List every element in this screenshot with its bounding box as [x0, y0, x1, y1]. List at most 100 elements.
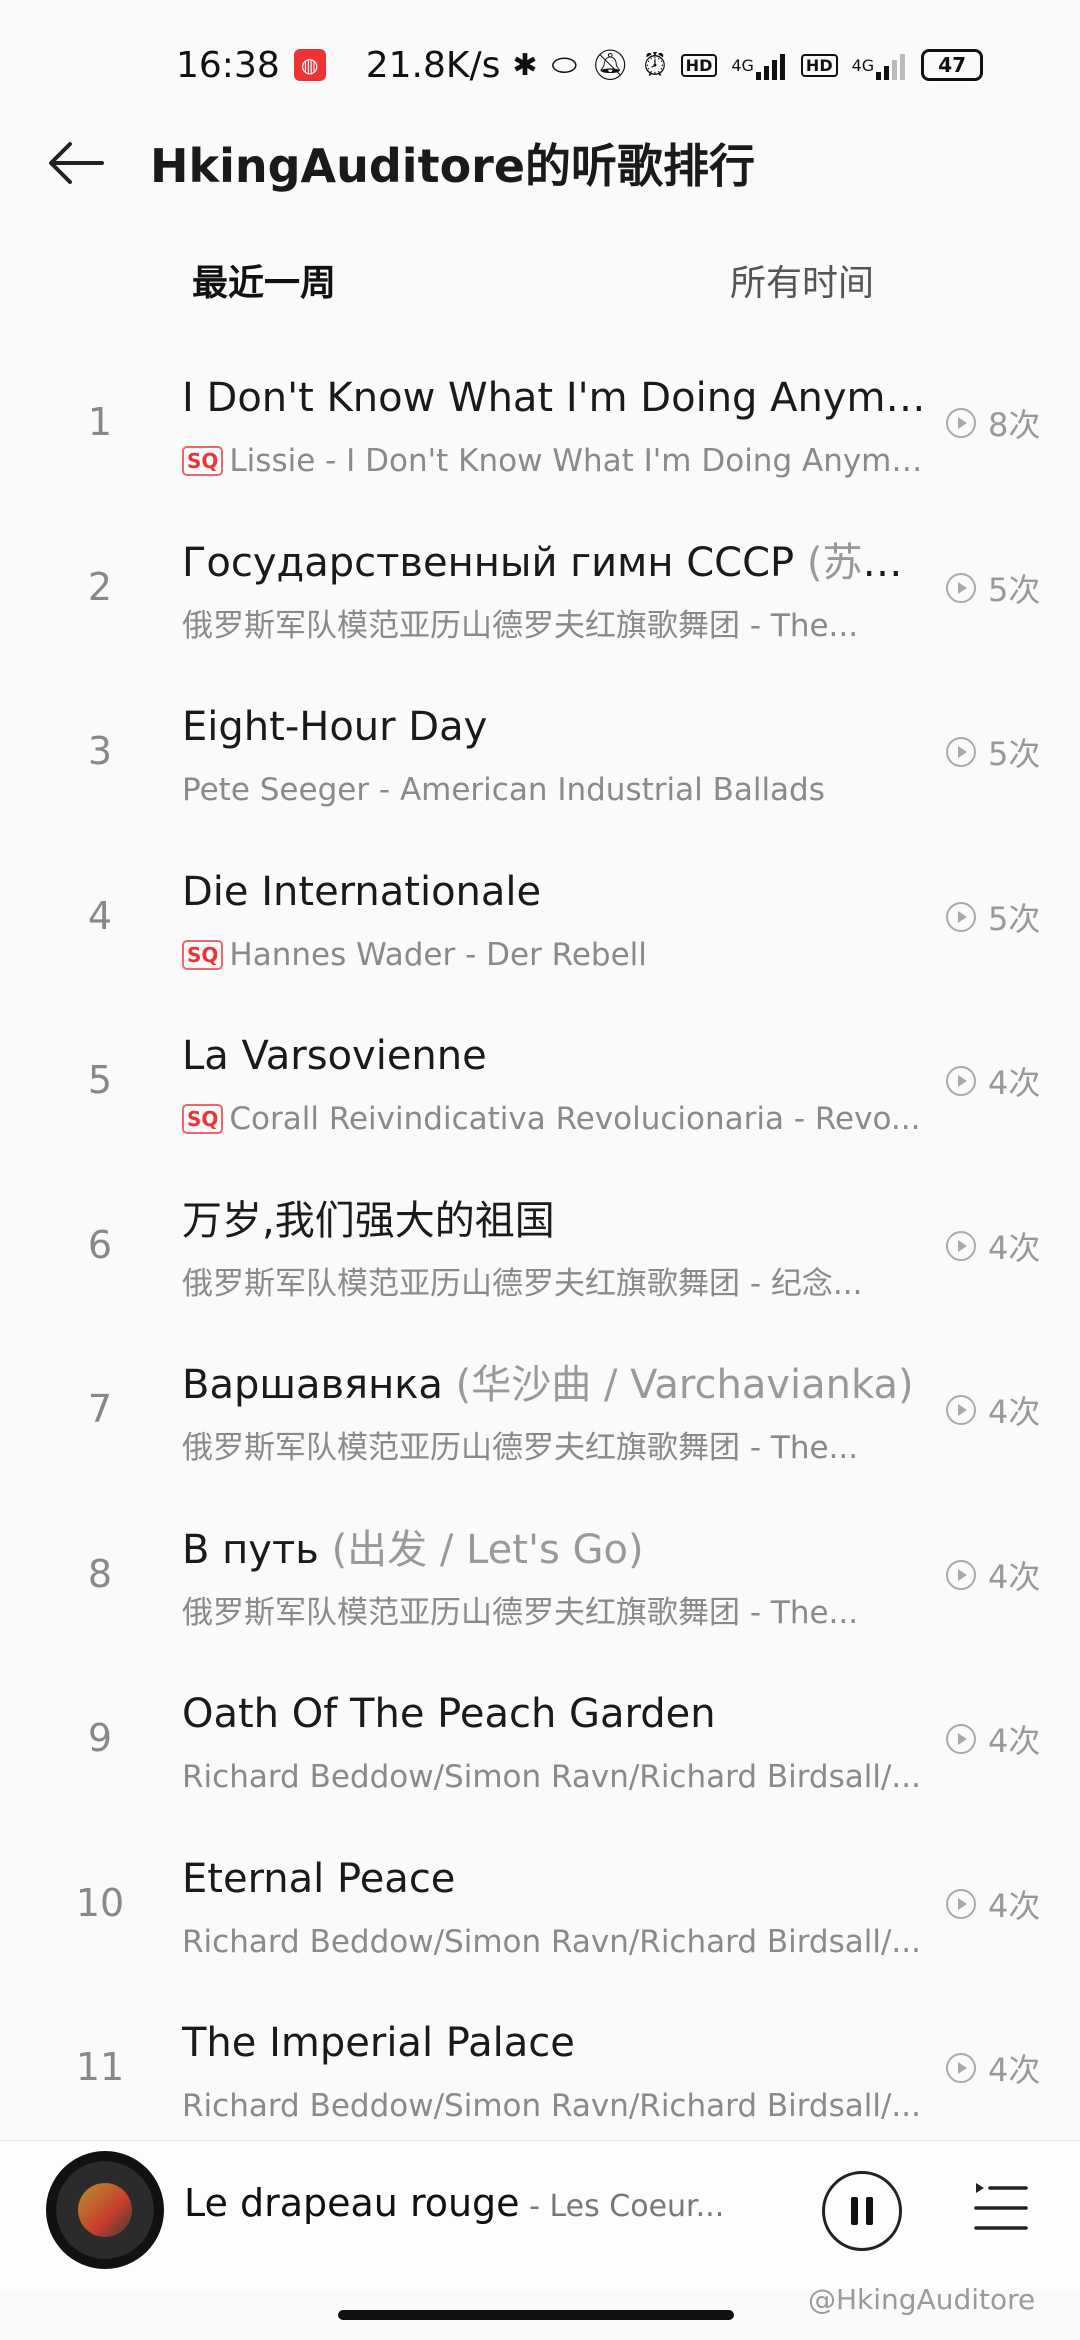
song-title: Die Internationale [182, 864, 934, 920]
song-rank: 8 [87, 1551, 113, 1596]
signal-icon [755, 50, 785, 80]
song-artist-album: Richard Beddow/Simon Ravn/Richard Birdsa… [182, 1923, 921, 1960]
song-rank-list: 1 I Don't Know What I'm Doing Anymore SQ… [0, 360, 1080, 2170]
vibrate-icon: ⬭ [551, 47, 578, 83]
play-count: 4次 [946, 1058, 1040, 1104]
play-count: 4次 [946, 2045, 1040, 2091]
play-count: 5次 [946, 565, 1040, 611]
pause-button[interactable] [822, 2171, 902, 2251]
signal-icon [876, 50, 906, 80]
play-count-text: 8次 [988, 406, 1041, 444]
tab-recent-week[interactable]: 最近一周 [184, 250, 345, 312]
play-circle-icon [946, 901, 976, 932]
now-playing-song: Le drapeau rouge [184, 2181, 520, 2225]
song-meta: Pete Seeger - American Industrial Ballad… [182, 767, 934, 813]
play-circle-icon [946, 1395, 976, 1425]
song-rank: 5 [87, 1058, 113, 1102]
song-title-text: The Imperial Palace [182, 2020, 575, 2066]
play-circle-icon [946, 1888, 976, 1919]
play-circle-icon [946, 2053, 976, 2083]
song-row[interactable]: 6 万岁,我们强大的祖国 俄罗斯军队模范亚历山德罗夫红旗歌舞团 - 纪念... … [0, 1183, 1080, 1348]
play-count-text: 5次 [988, 735, 1041, 773]
status-time: 16:38 [176, 44, 280, 86]
song-row[interactable]: 5 La Varsovienne SQ Corall Reivindicativa… [0, 1018, 1080, 1183]
song-title-text: Oath Of The Peach Garden [182, 1691, 716, 1737]
hd-icon: HD [680, 53, 718, 77]
play-circle-icon [946, 572, 976, 603]
song-rank: 2 [87, 564, 113, 609]
song-row[interactable]: 4 Die Internationale SQ Hannes Wader - De… [0, 854, 1080, 1019]
song-row[interactable]: 8 В путь (出发 / Let's Go) 俄罗斯军队模范亚历山德罗夫红旗… [0, 1512, 1080, 1677]
play-count-text: 4次 [988, 1228, 1041, 1267]
header: HkingAuditore的听歌排行 [0, 118, 1080, 208]
song-artist-album: Richard Beddow/Simon Ravn/Richard Birdsa… [182, 1759, 921, 1795]
song-row[interactable]: 7 Варшавянка (华沙曲 / Varchavianka) 俄罗斯军队模… [0, 1347, 1080, 1512]
song-title: La Varsovienne [182, 1028, 934, 1084]
song-artist-album: 俄罗斯军队模范亚历山德罗夫红旗歌舞团 - The... [182, 1594, 859, 1631]
tab-label: 最近一周 [192, 263, 337, 304]
now-playing-artist: - Les Coeur... [519, 2189, 725, 2224]
album-art [78, 2183, 132, 2237]
bluetooth-icon: ✱ [512, 47, 538, 83]
sq-badge: SQ [182, 446, 224, 476]
back-button[interactable] [36, 123, 116, 203]
play-count: 8次 [946, 400, 1040, 446]
weibo-watermark: @HkingAuditore [808, 2283, 1036, 2316]
song-artist-album: Pete Seeger - American Industrial Ballad… [182, 772, 825, 808]
song-title: Eight-Hour Day [182, 699, 934, 755]
play-circle-icon [946, 737, 976, 767]
hd-icon: HD [800, 53, 838, 77]
tab-label: 所有时间 [730, 263, 875, 304]
tab-bar: 最近一周 所有时间 [0, 250, 1080, 330]
play-count: 5次 [946, 894, 1040, 940]
play-count: 4次 [946, 1881, 1040, 1927]
song-title: Oath Of The Peach Garden [182, 1686, 934, 1742]
alarm-icon: ⏰︎ [643, 47, 667, 83]
play-circle-icon [946, 1559, 976, 1590]
home-indicator[interactable] [338, 2310, 734, 2320]
play-count-text: 5次 [988, 899, 1041, 938]
play-count-text: 4次 [988, 1557, 1041, 1596]
play-circle-icon [946, 1230, 976, 1261]
song-artist-album: Richard Beddow/Simon Ravn/Richard Birdsa… [182, 2088, 921, 2124]
network-type-1: 4G [731, 55, 754, 75]
play-count-text: 5次 [988, 570, 1041, 609]
song-meta: Richard Beddow/Simon Ravn/Richard Birdsa… [182, 1754, 934, 1800]
song-title: The Imperial Palace [182, 2015, 934, 2071]
play-count-text: 4次 [988, 2051, 1041, 2089]
play-count-text: 4次 [988, 1886, 1041, 1925]
song-artist-album: Hannes Wader - Der Rebell [229, 936, 647, 973]
song-title-text: La Varsovienne [182, 1033, 487, 1079]
mute-bell-icon: 🔕︎ [591, 47, 630, 83]
pause-icon [866, 2197, 873, 2225]
song-row[interactable]: 3 Eight-Hour Day Pete Seeger - American … [0, 689, 1080, 854]
tab-all-time[interactable]: 所有时间 [730, 250, 874, 310]
song-meta: 俄罗斯军队模范亚历山德罗夫红旗歌舞团 - The... [182, 1590, 934, 1636]
song-meta: 俄罗斯军队模范亚历山德罗夫红旗歌舞团 - 纪念... [182, 1261, 934, 1307]
album-cover[interactable] [46, 2151, 164, 2269]
song-meta: SQ Corall Reivindicativa Revolucionaria -… [182, 1096, 934, 1142]
song-row[interactable]: 10 Eternal Peace Richard Beddow/Simon Ra… [0, 1841, 1080, 2006]
song-rank: 1 [87, 400, 113, 444]
song-rank: 3 [87, 729, 113, 773]
play-count: 4次 [946, 1387, 1040, 1433]
song-rank: 6 [87, 1222, 113, 1267]
play-count: 4次 [946, 1716, 1040, 1762]
sq-badge: SQ [182, 939, 224, 970]
song-row[interactable]: 9 Oath Of The Peach Garden Richard Beddo… [0, 1676, 1080, 1841]
play-count-text: 4次 [988, 1064, 1041, 1102]
status-bar: 16:38 ◍ 21.8K/s ✱ ⬭ 🔕︎ ⏰︎ HD 4G HD 4G 47 [0, 0, 1080, 130]
song-title-text: Eight-Hour Day [182, 704, 488, 750]
now-playing-title[interactable]: Le drapeau rouge - Les Coeur... [184, 2181, 724, 2225]
playlist-queue-button[interactable] [970, 2173, 1030, 2243]
song-row[interactable]: 1 I Don't Know What I'm Doing Anymore SQ… [0, 360, 1080, 525]
song-meta: SQ Hannes Wader - Der Rebell [182, 932, 934, 978]
song-title: 万岁,我们强大的祖国 [182, 1193, 934, 1249]
song-artist-album: Corall Reivindicativa Revolucionaria - R… [229, 1101, 921, 1137]
play-count: 5次 [946, 729, 1040, 775]
mini-player[interactable]: Le drapeau rouge - Les Coeur... [0, 2140, 1080, 2290]
song-title: Варшавянка (华沙曲 / Varchavianka) [182, 1357, 934, 1413]
song-title-text: Государственный гимн СССР [182, 539, 795, 586]
song-row[interactable]: 2 Государственный гимн СССР (苏联国歌) 俄罗斯军队… [0, 525, 1080, 690]
song-artist-album: 俄罗斯军队模范亚历山德罗夫红旗歌舞团 - The... [182, 1430, 859, 1466]
